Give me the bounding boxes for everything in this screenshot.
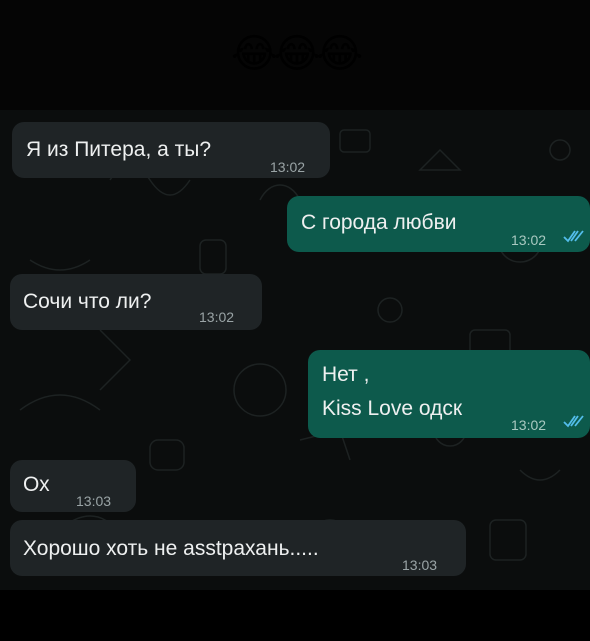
bottom-area <box>0 590 590 641</box>
message-text: Сочи что ли? <box>23 290 152 313</box>
message-time: 13:02 <box>199 309 235 325</box>
header-area: 😂😂😂 <box>0 0 590 110</box>
incoming-message[interactable]: Хорошо хоть не asstрахань..... 13:03 <box>10 520 466 576</box>
incoming-message[interactable]: Сочи что ли? 13:02 <box>10 274 262 330</box>
incoming-message[interactable]: Я из Питера, а ты? 13:02 <box>12 122 330 178</box>
message-text: Я из Питера, а ты? <box>26 138 212 161</box>
message-line: Нет , <box>322 363 370 386</box>
outgoing-message[interactable]: Нет , Kiss Love одск 13:02 <box>308 350 590 438</box>
outgoing-message[interactable]: С города любви 13:02 <box>287 196 590 252</box>
message-time: 13:03 <box>76 493 112 509</box>
laughing-emojis: 😂😂😂 <box>230 31 363 77</box>
double-check-icon <box>563 230 584 243</box>
message-time: 13:02 <box>511 232 547 248</box>
message-time: 13:02 <box>270 159 306 175</box>
message-line: Kiss Love одск <box>322 397 463 420</box>
double-check-icon <box>563 415 584 428</box>
message-text: Хорошо хоть не asstрахань..... <box>23 537 319 560</box>
chat-area[interactable]: Я из Питера, а ты? 13:02 С города любви … <box>0 110 590 590</box>
message-text: Ох <box>23 473 50 496</box>
message-text: С города любви <box>301 211 457 234</box>
message-time: 13:02 <box>511 417 547 433</box>
incoming-message[interactable]: Ох 13:03 <box>10 460 136 512</box>
message-time: 13:03 <box>402 557 438 573</box>
